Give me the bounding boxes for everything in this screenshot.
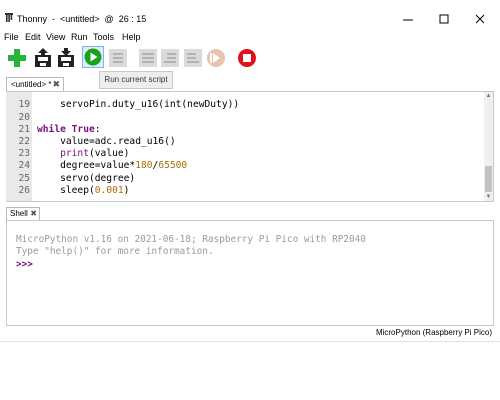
code-line[interactable]: servo(degree) xyxy=(37,173,135,184)
line-number: 25 xyxy=(18,173,30,184)
close-tab-icon[interactable]: ✖ xyxy=(52,78,60,91)
resume-icon xyxy=(207,49,225,67)
minimize-button[interactable] xyxy=(390,8,426,30)
step-into-icon xyxy=(161,49,179,67)
code-line[interactable]: print(value) xyxy=(37,148,129,159)
stop-icon xyxy=(238,49,256,67)
builtin-print: print xyxy=(60,148,89,159)
maximize-icon xyxy=(439,14,449,24)
builtin-int: int xyxy=(164,99,182,110)
step-over-icon xyxy=(139,49,157,67)
tab-untitled[interactable]: <untitled> * ✖ xyxy=(6,77,64,92)
run-tooltip: Run current script xyxy=(99,71,173,89)
shell-help-hint: Type "help()" for more information. xyxy=(16,246,214,257)
code-line[interactable]: while True: xyxy=(37,124,101,135)
play-icon xyxy=(84,48,102,66)
line-number: 26 xyxy=(18,185,30,196)
plus-icon xyxy=(8,49,26,67)
new-file-button[interactable] xyxy=(7,48,27,68)
scroll-up-icon[interactable]: ▲ xyxy=(484,92,493,100)
menu-bar: File Edit View Run Tools Help xyxy=(0,30,500,44)
code-line[interactable]: value=adc.read_u16() xyxy=(37,136,176,147)
keyword: while True xyxy=(37,124,95,135)
stop-button[interactable] xyxy=(237,48,257,68)
number-literal: 180 xyxy=(135,160,153,171)
number-literal: 0.001 xyxy=(94,185,124,196)
interpreter-selector[interactable]: MicroPython (Raspberry Pi Pico) xyxy=(376,328,492,337)
line-number: 19 xyxy=(18,99,30,110)
step-out-button[interactable] xyxy=(183,48,203,68)
shell-panel[interactable]: MicroPython v1.16 on 2021-06-18; Raspber… xyxy=(6,221,494,326)
maximize-button[interactable] xyxy=(426,8,462,30)
resume-button[interactable] xyxy=(206,48,226,68)
scroll-down-icon[interactable]: ▼ xyxy=(484,193,493,201)
debug-icon xyxy=(109,49,127,67)
editor-scroll-thumb[interactable] xyxy=(485,166,492,192)
window-title: Thonny - <untitled> @ 26 : 15 xyxy=(17,14,147,24)
run-button[interactable] xyxy=(82,46,104,68)
line-number: 24 xyxy=(18,160,30,171)
minimize-icon xyxy=(403,19,413,21)
close-shell-icon[interactable]: ✖ xyxy=(30,208,37,220)
tab-shell[interactable]: Shell ✖ xyxy=(6,207,40,221)
menu-help[interactable]: Help xyxy=(122,32,141,42)
close-button[interactable] xyxy=(462,8,498,30)
menu-edit[interactable]: Edit xyxy=(25,32,41,42)
menu-tools[interactable]: Tools xyxy=(93,32,114,42)
shell-tab-label: Shell xyxy=(10,209,28,218)
code-line[interactable]: degree=value*180/65500 xyxy=(37,160,187,171)
step-out-icon xyxy=(184,49,202,67)
step-into-button[interactable] xyxy=(160,48,180,68)
line-number: 23 xyxy=(18,148,30,159)
tab-label: <untitled> * xyxy=(11,80,52,89)
menu-run[interactable]: Run xyxy=(71,32,88,42)
code-line[interactable]: servoPin.duty_u16(int(newDuty)) xyxy=(37,99,239,110)
open-file-button[interactable] xyxy=(33,48,53,68)
debug-button[interactable] xyxy=(108,48,128,68)
line-number: 21 xyxy=(18,124,30,135)
menu-file[interactable]: File xyxy=(4,32,19,42)
code-line[interactable]: sleep(0.001) xyxy=(37,185,129,196)
step-over-button[interactable] xyxy=(138,48,158,68)
save-icon xyxy=(58,48,74,67)
thonny-logo-icon xyxy=(5,13,13,22)
shell-banner: MicroPython v1.16 on 2021-06-18; Raspber… xyxy=(16,234,366,245)
shell-prompt[interactable]: >>> xyxy=(16,259,33,270)
toolbar xyxy=(0,44,500,74)
close-icon xyxy=(475,14,485,24)
line-number: 22 xyxy=(18,136,30,147)
number-literal: 65500 xyxy=(158,160,188,171)
open-icon xyxy=(35,48,51,67)
status-bar: MicroPython (Raspberry Pi Pico) xyxy=(0,326,500,342)
save-file-button[interactable] xyxy=(56,48,76,68)
line-number: 20 xyxy=(18,112,30,123)
menu-view[interactable]: View xyxy=(46,32,65,42)
title-bar: Thonny - <untitled> @ 26 : 15 xyxy=(0,0,500,30)
